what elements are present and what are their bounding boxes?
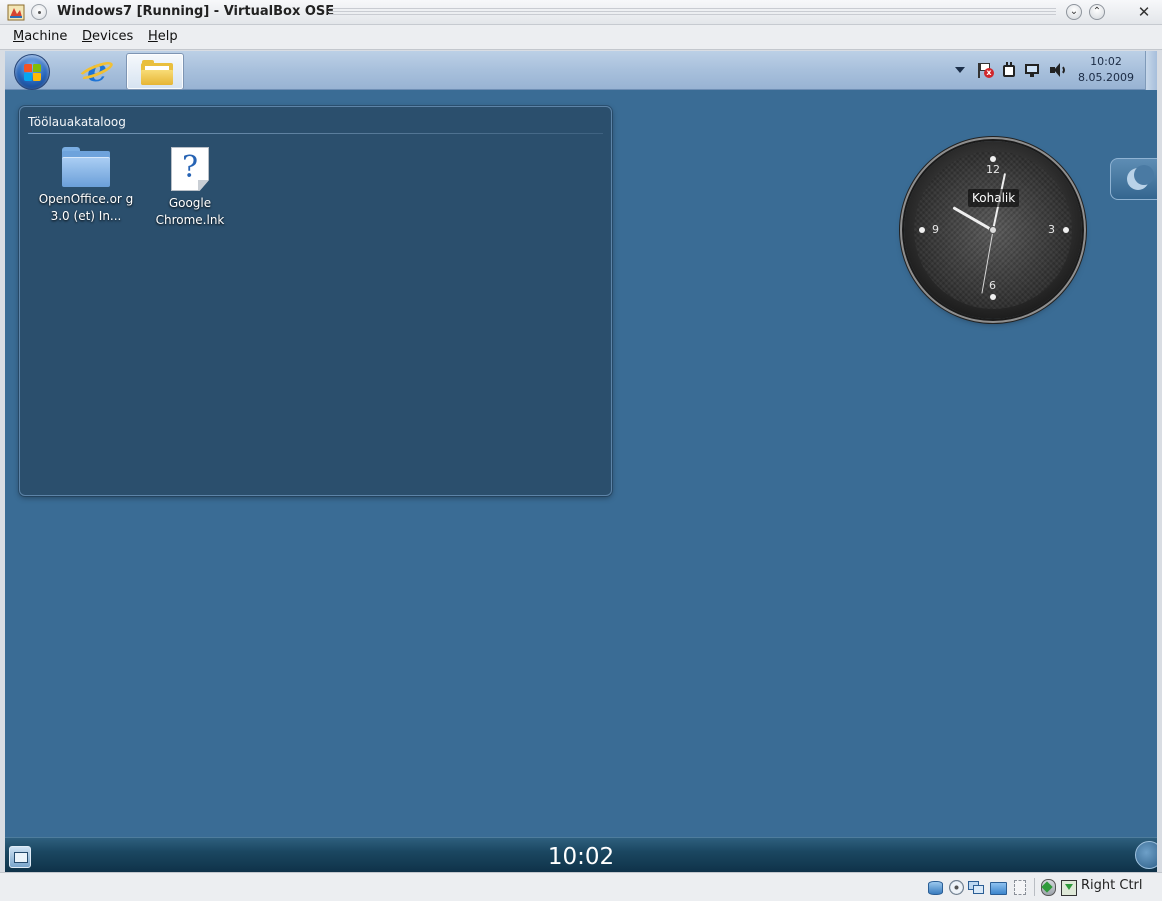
close-button[interactable]: ✕ [1136,4,1152,20]
guest-taskbar: e x 10:02 8.05.2009 [5,51,1157,90]
folder-panel-title: Töölauakataloog [28,115,126,129]
close-icon: ✕ [1137,3,1151,21]
keyboard-capture-icon[interactable] [1061,879,1077,896]
window-titlebar[interactable]: Windows7 [Running] - VirtualBox OSE ⌄ ⌃ … [0,0,1162,25]
chevron-down-icon: ⌄ [1069,6,1079,17]
clock-numeral-6: 6 [989,279,996,292]
guest-display[interactable]: e x 10:02 8.05.2009 Töölauakataloog Open… [5,51,1157,872]
action-center-icon[interactable]: x [977,62,994,78]
folder-panel-divider [28,133,603,134]
clock-dot-3 [1063,227,1069,233]
taskbar-internet-explorer[interactable]: e [68,53,126,90]
clock-gadget[interactable]: 12 3 6 9 Kohalik [904,141,1082,319]
desktop-folder-panel[interactable]: Töölauakataloog OpenOffice.or g 3.0 (et)… [19,106,612,496]
tray-clock[interactable]: 10:02 8.05.2009 [1073,54,1139,86]
virtualbox-app-icon [7,4,25,21]
bottom-bar-clock: 10:02 [547,844,615,870]
clock-label: Kohalik [968,189,1020,207]
unknown-file-icon: ? [171,147,209,191]
menu-machine[interactable]: Machine [13,29,67,44]
clock-numeral-12: 12 [986,163,1000,176]
network-icon[interactable] [1025,62,1041,78]
tray-time: 10:02 [1090,55,1122,68]
minimize-button[interactable]: ⌄ [1066,4,1082,20]
show-desktop-button[interactable] [1145,51,1157,90]
desktop-item-label: OpenOffice.or g 3.0 (et) In... [38,192,134,223]
statusbar-separator [1034,878,1035,896]
volume-icon[interactable] [1049,62,1065,78]
network-adapters-icon[interactable] [968,879,984,895]
folder-icon [141,60,173,85]
clock-numeral-3: 3 [1048,223,1055,236]
clock-dot-6 [990,294,996,300]
cd-dvd-icon[interactable] [948,879,964,895]
folder-icon [62,147,110,187]
sticky-button[interactable] [31,4,47,20]
guest-bottom-bar: 10:02 [5,837,1157,872]
gadget-sidebar-tab[interactable] [1110,158,1157,200]
desktop-item-label: Google Chrome.lnk [155,196,225,227]
menu-help[interactable]: Help [148,29,178,44]
clock-dot-9 [919,227,925,233]
power-icon[interactable] [1001,62,1017,78]
desktop-item-google-chrome[interactable]: ? Google Chrome.lnk [140,147,240,229]
shared-folders-icon[interactable] [990,879,1007,895]
moon-icon[interactable] [1135,841,1157,869]
clock-dot-12 [990,156,996,162]
statusbar: Right Ctrl [0,872,1162,901]
menu-help-label: Help [148,29,178,44]
chevron-up-icon: ⌃ [1092,6,1102,17]
hard-disk-icon[interactable] [927,879,943,895]
start-button[interactable] [14,54,50,90]
mouse-integration-icon[interactable] [1040,879,1056,896]
show-hidden-icons-arrow[interactable] [955,67,965,73]
menu-machine-label: Machine [13,29,68,44]
tray-date: 8.05.2009 [1078,71,1134,84]
clock-hub [989,226,997,234]
clock-numeral-9: 9 [932,223,939,236]
windows-logo-icon [24,64,42,82]
menu-devices[interactable]: Devices [82,29,133,44]
usb-devices-icon[interactable] [1012,879,1028,895]
desktop-item-openoffice[interactable]: OpenOffice.or g 3.0 (et) In... [36,147,136,225]
menu-devices-label: Devices [82,29,134,44]
titlebar-grip [328,8,1056,17]
window-title: Windows7 [Running] - VirtualBox OSE [57,4,335,19]
menubar: Machine Devices Help [0,25,1162,50]
taskbar-windows-explorer[interactable] [126,53,184,90]
maximize-button[interactable]: ⌃ [1089,4,1105,20]
moon-icon [1127,165,1154,190]
host-key-label: Right Ctrl [1081,878,1143,893]
